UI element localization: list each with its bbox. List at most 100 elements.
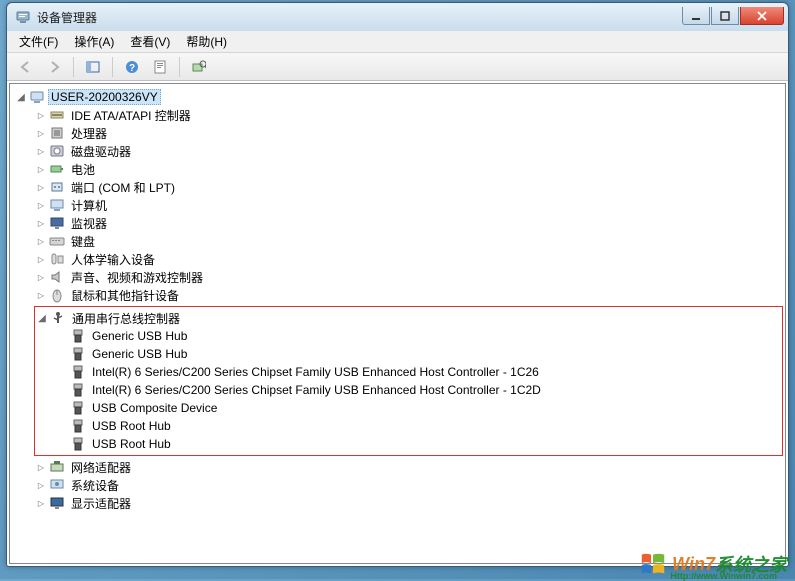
expand-icon[interactable]: ▷ — [34, 270, 48, 284]
tree-node[interactable]: ▷ 显示适配器 — [34, 494, 783, 512]
tree-node[interactable]: ▷ 电池 — [34, 160, 783, 178]
port-icon — [49, 179, 65, 195]
node-label: 通用串行总线控制器 — [69, 309, 183, 328]
menu-action[interactable]: 操作(A) — [66, 31, 122, 52]
tree-node[interactable]: ▷ 键盘 — [34, 232, 783, 250]
expand-icon[interactable]: ▷ — [34, 144, 48, 158]
computer-icon — [29, 89, 45, 105]
menu-view[interactable]: 查看(V) — [122, 31, 178, 52]
collapse-icon[interactable]: ◢ — [14, 90, 28, 104]
expand-icon[interactable]: ▷ — [34, 288, 48, 302]
expand-icon[interactable]: ▷ — [34, 198, 48, 212]
usbdev-icon — [70, 364, 86, 380]
collapse-icon[interactable]: ◢ — [35, 311, 49, 325]
minimize-button[interactable] — [682, 7, 710, 25]
node-label: Intel(R) 6 Series/C200 Series Chipset Fa… — [89, 364, 542, 380]
tree-node[interactable]: USB Composite Device — [55, 399, 782, 417]
expand-icon[interactable]: ▷ — [34, 162, 48, 176]
usbdev-icon — [70, 346, 86, 362]
hid-icon — [49, 251, 65, 267]
tree-node[interactable]: ▷IDE ATA/ATAPI 控制器 — [34, 106, 783, 124]
toolbar-divider — [112, 57, 113, 77]
expand-icon[interactable]: ▷ — [34, 496, 48, 510]
cpu-icon — [49, 125, 65, 141]
node-label: 鼠标和其他指针设备 — [68, 286, 182, 305]
expand-icon[interactable]: ▷ — [34, 126, 48, 140]
ide-icon — [49, 107, 65, 123]
node-label: 显示适配器 — [68, 494, 134, 513]
tree-node[interactable]: ▷ 声音、视频和游戏控制器 — [34, 268, 783, 286]
node-label: 网络适配器 — [68, 458, 134, 477]
tree-node[interactable]: ▷处理器 — [34, 124, 783, 142]
menu-file[interactable]: 文件(F) — [11, 31, 66, 52]
tree-node[interactable]: ▷ 计算机 — [34, 196, 783, 214]
show-hide-button[interactable] — [80, 56, 106, 78]
menubar: 文件(F) 操作(A) 查看(V) 帮助(H) — [7, 31, 788, 53]
window-title: 设备管理器 — [37, 9, 682, 26]
node-label: Generic USB Hub — [89, 346, 190, 362]
node-label: 键盘 — [68, 232, 98, 251]
tree-node[interactable]: Generic USB Hub — [55, 327, 782, 345]
network-icon — [49, 459, 65, 475]
node-label: USB Root Hub — [89, 418, 174, 434]
node-label: 声音、视频和游戏控制器 — [68, 268, 206, 287]
usbdev-icon — [70, 436, 86, 452]
mouse-icon — [49, 287, 65, 303]
maximize-button[interactable] — [711, 7, 739, 25]
tree-node[interactable]: ▷ 网络适配器 — [34, 458, 783, 476]
toolbar-divider — [73, 57, 74, 77]
tree-node[interactable]: USB Root Hub — [55, 417, 782, 435]
node-label: 系统设备 — [68, 476, 122, 495]
usbdev-icon — [70, 418, 86, 434]
expand-icon[interactable]: ▷ — [34, 108, 48, 122]
node-label: Generic USB Hub — [89, 328, 190, 344]
tree-node[interactable]: Generic USB Hub — [55, 345, 782, 363]
node-label: 电池 — [68, 160, 98, 179]
node-label: USB Root Hub — [89, 436, 174, 452]
system-icon — [49, 477, 65, 493]
expand-icon[interactable]: ▷ — [34, 234, 48, 248]
root-label: USER-20200326VY — [48, 89, 161, 105]
tree-node[interactable]: Intel(R) 6 Series/C200 Series Chipset Fa… — [55, 381, 782, 399]
device-manager-window: 设备管理器 文件(F) 操作(A) 查看(V) 帮助(H) ? ◢ — [6, 2, 789, 567]
properties-button[interactable] — [147, 56, 173, 78]
close-button[interactable] — [740, 7, 784, 25]
node-label: 端口 (COM 和 LPT) — [68, 178, 178, 197]
tree-node[interactable]: ▷ 人体学输入设备 — [34, 250, 783, 268]
titlebar[interactable]: 设备管理器 — [7, 3, 788, 31]
usbdev-icon — [70, 400, 86, 416]
app-icon — [15, 9, 31, 25]
watermark: Win7 系统之家 Http://www.Winwin7.com — [638, 549, 787, 579]
tree-node[interactable]: USB Root Hub — [55, 435, 782, 453]
node-label: 计算机 — [68, 196, 110, 215]
node-label: 磁盘驱动器 — [68, 142, 134, 161]
tree-node[interactable]: ◢ 通用串行总线控制器 — [35, 309, 782, 327]
tree-node[interactable]: ▷ 磁盘驱动器 — [34, 142, 783, 160]
tree-node[interactable]: ▷ 监视器 — [34, 214, 783, 232]
tree-root[interactable]: ◢ USER-20200326VY — [14, 88, 783, 106]
expand-icon[interactable]: ▷ — [34, 216, 48, 230]
usb-highlight-box: ◢通用串行总线控制器Generic USB HubGeneric USB Hub… — [34, 306, 783, 456]
tree-node[interactable]: Intel(R) 6 Series/C200 Series Chipset Fa… — [55, 363, 782, 381]
expand-icon[interactable]: ▷ — [34, 460, 48, 474]
tree-panel[interactable]: ◢ USER-20200326VY ▷IDE ATA/ATAPI 控制器▷处理器… — [9, 83, 786, 564]
expand-icon[interactable]: ▷ — [34, 252, 48, 266]
disk-icon — [49, 143, 65, 159]
usbdev-icon — [70, 328, 86, 344]
expand-icon[interactable]: ▷ — [34, 180, 48, 194]
tree-node[interactable]: ▷ 鼠标和其他指针设备 — [34, 286, 783, 304]
menu-help[interactable]: 帮助(H) — [178, 31, 235, 52]
toolbar: ? — [7, 53, 788, 81]
tree-node[interactable]: ▷ 端口 (COM 和 LPT) — [34, 178, 783, 196]
watermark-url: Http://www.Winwin7.com — [670, 571, 777, 581]
help-button[interactable]: ? — [119, 56, 145, 78]
node-label: USB Composite Device — [89, 400, 220, 416]
svg-text:?: ? — [129, 63, 135, 74]
node-label: 监视器 — [68, 214, 110, 233]
forward-button — [41, 56, 67, 78]
tree-node[interactable]: ▷ 系统设备 — [34, 476, 783, 494]
expand-icon[interactable]: ▷ — [34, 478, 48, 492]
toolbar-divider — [179, 57, 180, 77]
scan-hardware-button[interactable] — [186, 56, 212, 78]
node-label: 人体学输入设备 — [68, 250, 158, 269]
